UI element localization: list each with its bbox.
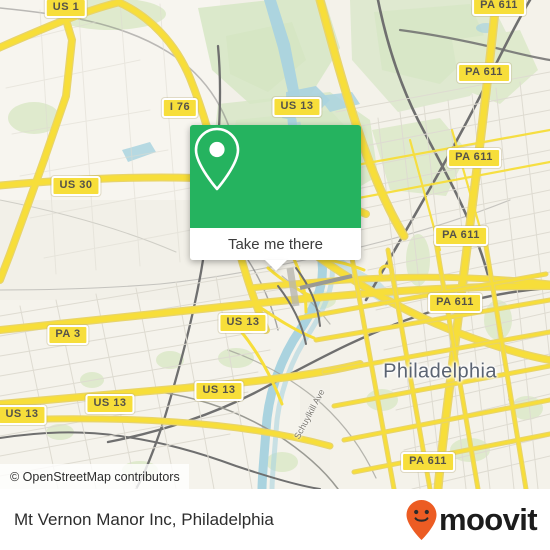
road-shield: PA 611 (447, 148, 501, 168)
popup-header (190, 125, 361, 228)
road-shield: PA 611 (401, 452, 455, 472)
road-shield: I 76 (161, 98, 199, 118)
road-shield: US 1 (44, 0, 88, 18)
moovit-smiley-pin-icon (406, 499, 437, 540)
road-shield: US 13 (85, 394, 135, 414)
place-title: Mt Vernon Manor Inc, Philadelphia (14, 509, 274, 529)
road-shield: US 13 (272, 97, 322, 117)
road-shield: US 30 (51, 176, 101, 196)
take-me-there-button[interactable]: Take me there (190, 228, 361, 260)
footer-bar: Mt Vernon Manor Inc, Philadelphia moovit (0, 489, 550, 550)
map-pin-icon (194, 127, 240, 191)
take-me-there-label: Take me there (227, 235, 324, 253)
location-popup-card[interactable]: Take me there (190, 125, 361, 271)
road-shield: PA 611 (428, 293, 482, 313)
map-canvas[interactable]: .pk{fill:#d6e6c4} .pk2{fill:#dfeacd} .wt… (0, 0, 550, 489)
road-shield: US 13 (194, 381, 244, 401)
moovit-logo[interactable]: moovit (405, 499, 538, 541)
road-shield: PA 611 (457, 63, 511, 83)
road-shield: US 13 (218, 313, 268, 333)
moovit-wordmark: moovit (438, 502, 538, 537)
road-shield: PA 611 (434, 226, 488, 246)
map-screenshot: .pk{fill:#d6e6c4} .pk2{fill:#dfeacd} .wt… (0, 0, 550, 550)
city-label-philadelphia: Philadelphia (383, 360, 497, 383)
attribution-label: © OpenStreetMap contributors (10, 469, 180, 484)
road-shield: US 13 (0, 405, 47, 425)
road-shield: PA 611 (472, 0, 526, 16)
road-shield: PA 3 (47, 325, 89, 345)
map-attribution[interactable]: © OpenStreetMap contributors (0, 464, 189, 489)
popup-tail (264, 260, 287, 271)
